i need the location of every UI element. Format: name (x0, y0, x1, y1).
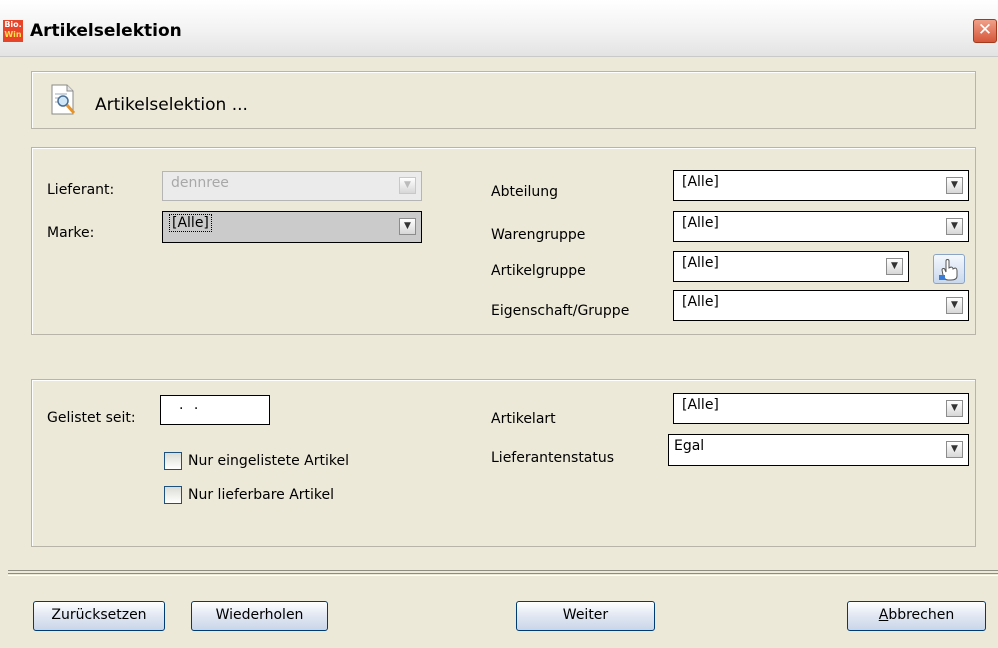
chevron-down-icon: ▼ (399, 177, 416, 194)
abteilung-label: Abteilung (491, 184, 558, 200)
header-text: Artikelselektion ... (95, 95, 248, 115)
lieferantenstatus-value: Egal (674, 438, 705, 454)
hand-pointer-icon (939, 259, 958, 281)
lieferantenstatus-label: Lieferantenstatus (491, 450, 615, 466)
repeat-button[interactable]: Wiederholen (191, 601, 328, 631)
gelistet-date-input[interactable]: . . (160, 395, 270, 425)
divider (8, 575, 998, 576)
gelistet-value: . . (179, 397, 202, 413)
artikelart-label: Artikelart (491, 411, 556, 427)
cancel-accelerator: A (878, 607, 889, 623)
cancel-button[interactable]: Abbrechen (847, 601, 986, 631)
marke-value: [Alle] (169, 214, 212, 232)
nur-lieferbare-label[interactable]: Nur lieferbare Artikel (188, 487, 334, 503)
abteilung-value: [Alle] (682, 174, 719, 190)
next-button[interactable]: Weiter (516, 601, 655, 631)
nur-lieferbare-checkbox[interactable] (164, 486, 182, 504)
chevron-down-icon[interactable]: ▼ (946, 399, 963, 417)
eigenschaft-combo[interactable]: [Alle] ▼ (673, 290, 969, 321)
document-magnifier-icon (51, 84, 76, 115)
chevron-down-icon[interactable]: ▼ (399, 218, 416, 235)
warengruppe-label: Warengruppe (491, 227, 586, 243)
eigenschaft-value: [Alle] (682, 294, 719, 310)
artikelgruppe-value: [Alle] (682, 255, 719, 271)
close-icon: ✕ (977, 20, 993, 40)
lieferant-combo: dennree ▼ (162, 171, 422, 201)
eigenschaft-label: Eigenschaft/Gruppe (491, 303, 630, 319)
nur-eingelistete-checkbox[interactable] (164, 452, 182, 470)
app-icon-text-top: Bio. (4, 20, 22, 29)
warengruppe-combo[interactable]: [Alle] ▼ (673, 211, 969, 242)
lieferantenstatus-combo[interactable]: Egal ▼ (668, 434, 969, 466)
lieferant-label: Lieferant: (47, 182, 115, 198)
close-button[interactable]: ✕ (973, 19, 997, 43)
artikelart-combo[interactable]: [Alle] ▼ (673, 393, 969, 424)
chevron-down-icon[interactable]: ▼ (946, 176, 963, 194)
chevron-down-icon[interactable]: ▼ (946, 217, 963, 235)
marke-combo[interactable]: [Alle] ▼ (162, 211, 422, 243)
gelistet-label: Gelistet seit: (47, 410, 136, 426)
cancel-label: bbrechen (888, 607, 955, 623)
chevron-down-icon[interactable]: ▼ (886, 257, 903, 275)
warengruppe-value: [Alle] (682, 215, 719, 231)
divider (8, 570, 998, 571)
marke-label: Marke: (47, 225, 95, 241)
chevron-down-icon[interactable]: ▼ (946, 296, 963, 314)
artikelart-value: [Alle] (682, 397, 719, 413)
app-icon: Bio. Win (3, 20, 23, 42)
abteilung-combo[interactable]: [Alle] ▼ (673, 170, 969, 201)
chevron-down-icon[interactable]: ▼ (946, 441, 963, 458)
reset-button[interactable]: Zurücksetzen (33, 601, 165, 631)
nur-eingelistete-label[interactable]: Nur eingelistete Artikel (188, 453, 349, 469)
divider (8, 573, 998, 574)
artikelgruppe-lookup-button[interactable] (933, 254, 965, 284)
artikelgruppe-label: Artikelgruppe (491, 263, 586, 279)
lieferant-value: dennree (171, 175, 229, 191)
artikelgruppe-combo[interactable]: [Alle] ▼ (673, 251, 909, 282)
app-icon-text-bottom: Win (4, 30, 22, 39)
window-title: Artikelselektion (30, 21, 182, 41)
